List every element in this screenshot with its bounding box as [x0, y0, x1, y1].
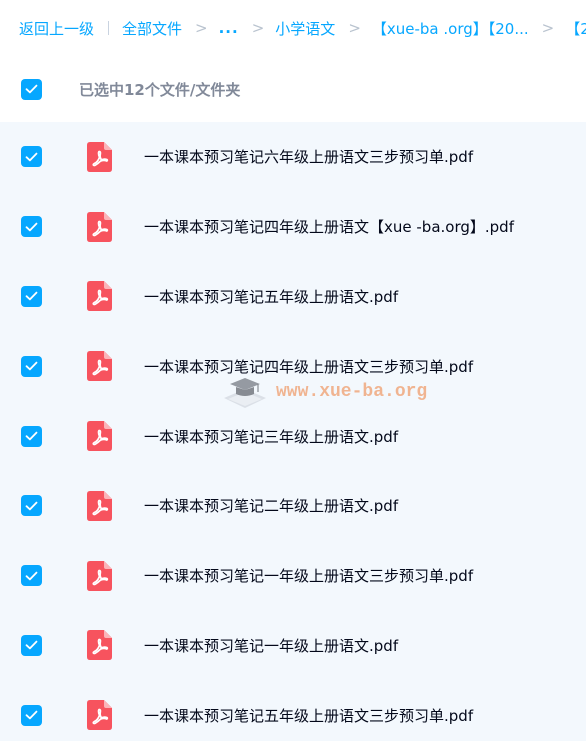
- breadcrumb-folder-xueba[interactable]: 【xue-ba .org】【20...: [372, 18, 529, 39]
- breadcrumb-folder-current[interactable]: 【20: [565, 18, 586, 39]
- pdf-file-icon: [87, 560, 112, 591]
- pdf-file-icon: [87, 281, 112, 312]
- file-checkbox[interactable]: [21, 355, 42, 377]
- file-checkbox[interactable]: [21, 565, 42, 587]
- breadcrumb: 返回上一级 全部文件 > ... > 小学语文 > 【xue-ba .org】【…: [0, 0, 586, 56]
- breadcrumb-folder-primary-chinese[interactable]: 小学语文: [275, 18, 335, 39]
- file-name[interactable]: 一本课本预习笔记五年级上册语文.pdf: [144, 286, 398, 307]
- file-checkbox[interactable]: [21, 216, 42, 238]
- file-checkbox[interactable]: [21, 285, 42, 307]
- chevron-right-icon: >: [195, 19, 208, 37]
- file-checkbox[interactable]: [21, 495, 42, 517]
- selection-count-text: 已选中12个文件/文件夹: [79, 80, 241, 99]
- file-name[interactable]: 一本课本预习笔记三年级上册语文.pdf: [144, 426, 398, 447]
- file-row[interactable]: 一本课本预习笔记四年级上册语文三步预习单.pdf: [0, 331, 586, 401]
- chevron-right-icon: >: [541, 19, 555, 37]
- file-row[interactable]: 一本课本预习笔记一年级上册语文.pdf: [0, 611, 586, 681]
- checkmark-icon: [25, 710, 38, 720]
- file-name[interactable]: 一本课本预习笔记六年级上册语文三步预习单.pdf: [144, 146, 473, 167]
- file-checkbox[interactable]: [21, 425, 42, 447]
- breadcrumb-ellipsis[interactable]: ...: [219, 19, 239, 37]
- checkmark-icon: [25, 222, 38, 231]
- pdf-file-icon: [87, 700, 112, 731]
- pdf-file-icon: [87, 351, 112, 382]
- selection-bar: 已选中12个文件/文件夹: [0, 56, 586, 122]
- checkmark-icon: [25, 571, 38, 580]
- checkmark-icon: [25, 84, 38, 94]
- checkmark-icon: [25, 641, 38, 650]
- checkmark-icon: [25, 152, 38, 162]
- file-checkbox[interactable]: [21, 634, 42, 656]
- breadcrumb-all-files[interactable]: 全部文件: [122, 18, 182, 39]
- file-row[interactable]: 一本课本预习笔记六年级上册语文三步预习单.pdf: [0, 122, 586, 192]
- checkmark-icon: [25, 501, 38, 511]
- file-list: 一本课本预习笔记六年级上册语文三步预习单.pdf 一本课本预习笔记四年级上册语文【…: [0, 122, 586, 741]
- back-link[interactable]: 返回上一级: [19, 18, 94, 39]
- file-checkbox[interactable]: [21, 146, 42, 168]
- file-row[interactable]: 一本课本预习笔记五年级上册语文.pdf: [0, 262, 586, 332]
- file-row[interactable]: 一本课本预习笔记一年级上册语文三步预习单.pdf: [0, 541, 586, 611]
- breadcrumb-divider: [108, 21, 110, 35]
- chevron-right-icon: >: [251, 19, 265, 37]
- pdf-file-icon: [87, 630, 112, 661]
- file-name[interactable]: 一本课本预习笔记四年级上册语文三步预习单.pdf: [144, 356, 473, 377]
- checkmark-icon: [25, 292, 38, 301]
- file-name[interactable]: 一本课本预习笔记一年级上册语文三步预习单.pdf: [144, 565, 473, 586]
- file-name[interactable]: 一本课本预习笔记二年级上册语文.pdf: [144, 495, 398, 516]
- file-manager-page: 返回上一级 全部文件 > ... > 小学语文 > 【xue-ba .org】【…: [0, 0, 586, 741]
- select-all-checkbox[interactable]: [21, 78, 42, 100]
- file-row[interactable]: 一本课本预习笔记三年级上册语文.pdf: [0, 401, 586, 471]
- file-name[interactable]: 一本课本预习笔记一年级上册语文.pdf: [144, 635, 398, 656]
- checkmark-icon: [25, 431, 38, 441]
- file-row[interactable]: 一本课本预习笔记二年级上册语文.pdf: [0, 471, 586, 541]
- pdf-file-icon: [87, 141, 112, 172]
- file-name[interactable]: 一本课本预习笔记五年级上册语文三步预习单.pdf: [144, 705, 473, 726]
- pdf-file-icon: [87, 421, 112, 452]
- file-row[interactable]: 一本课本预习笔记四年级上册语文【xue -ba.org】.pdf: [0, 192, 586, 262]
- pdf-file-icon: [87, 490, 112, 521]
- file-checkbox[interactable]: [21, 704, 42, 726]
- file-name[interactable]: 一本课本预习笔记四年级上册语文【xue -ba.org】.pdf: [144, 216, 514, 237]
- chevron-right-icon: >: [348, 19, 361, 37]
- pdf-file-icon: [87, 211, 112, 242]
- checkmark-icon: [25, 361, 38, 371]
- file-row[interactable]: 一本课本预习笔记五年级上册语文三步预习单.pdf: [0, 680, 586, 741]
